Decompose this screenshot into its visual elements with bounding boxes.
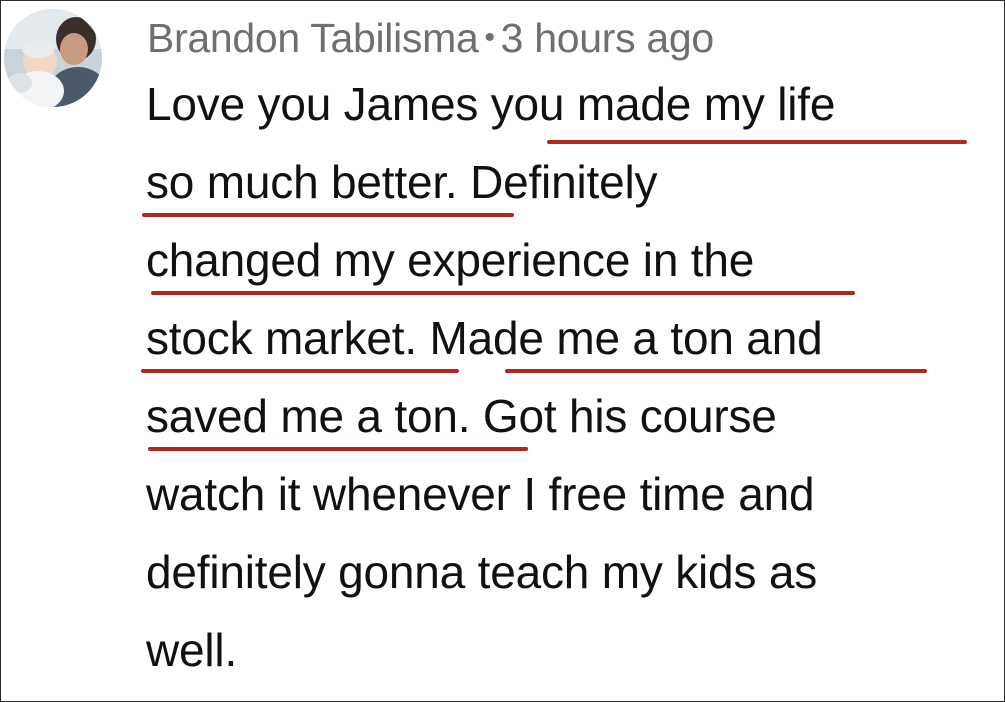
comment-card: Brandon Tabilisma • 3 hours ago Love you J… — [0, 0, 1005, 702]
comment-line-text: watch it whenever I free time and — [146, 468, 815, 520]
comment-line: stock market. Made me a ton and — [141, 307, 986, 385]
comment-line: Love you James you made my life — [146, 73, 986, 151]
separator-dot: • — [484, 21, 495, 54]
comment-line-text: Love you James you made my life — [146, 78, 836, 130]
comment-line-text: stock market. Made me a ton and — [146, 312, 823, 364]
user-avatar-icon — [4, 9, 102, 107]
comment-line-text: so much better. Definitely — [146, 156, 658, 208]
highlight-underline — [505, 369, 927, 373]
highlight-underline — [148, 447, 528, 451]
comment-line: well. — [146, 619, 986, 697]
comment-line: changed my experience in the — [146, 229, 986, 307]
comment-header: Brandon Tabilisma • 3 hours ago — [147, 13, 714, 63]
highlight-underline — [142, 213, 514, 217]
comment-line: so much better. Definitely — [142, 151, 986, 229]
highlight-underline — [141, 369, 459, 373]
comment-line-text: saved me a ton. Got his course — [146, 390, 777, 442]
author-name[interactable]: Brandon Tabilisma — [147, 15, 479, 61]
highlight-underline — [547, 140, 967, 144]
comment-line: definitely gonna teach my kids as — [146, 541, 986, 619]
author-avatar[interactable] — [4, 9, 102, 107]
comment-line: watch it whenever I free time and — [146, 463, 986, 541]
comment-timestamp[interactable]: 3 hours ago — [501, 15, 715, 61]
comment-line-text: definitely gonna teach my kids as — [146, 546, 818, 598]
highlight-underline — [151, 291, 855, 295]
comment-body: Love you James you made my life so much … — [141, 73, 986, 697]
comment-line-text: changed my experience in the — [146, 234, 755, 286]
comment-line: saved me a ton. Got his course — [146, 385, 986, 463]
comment-line-text: well. — [146, 624, 238, 676]
